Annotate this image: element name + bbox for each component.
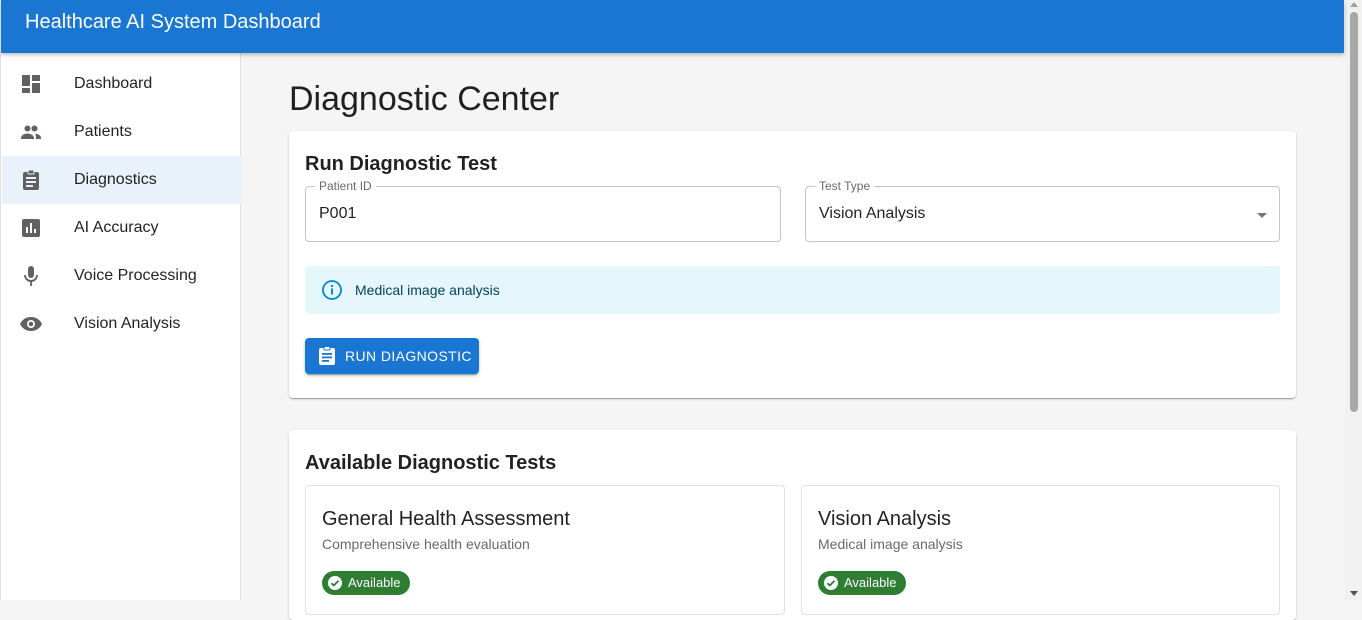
- test-type-label: Test Type: [815, 179, 875, 193]
- test-name: General Health Assessment: [322, 508, 570, 530]
- page-scrollbar[interactable]: [1345, 0, 1362, 600]
- sidebar-item-label: AI Accuracy: [74, 219, 159, 236]
- scroll-down-arrow-icon[interactable]: [1350, 591, 1358, 596]
- patient-id-field[interactable]: Patient ID: [305, 179, 781, 242]
- sidebar-item-dashboard[interactable]: Dashboard: [2, 60, 241, 108]
- clipboard-icon: [19, 168, 43, 192]
- available-tests-card: Available Diagnostic Tests General Healt…: [289, 430, 1296, 620]
- dropdown-arrow-icon[interactable]: [1257, 213, 1267, 218]
- test-name: Vision Analysis: [818, 508, 952, 530]
- sidebar-item-label: Dashboard: [74, 75, 153, 92]
- card-title: Available Diagnostic Tests: [305, 452, 557, 474]
- status-badge-label: Available: [844, 575, 897, 590]
- page-title: Diagnostic Center: [289, 80, 560, 118]
- sidebar-item-ai-accuracy[interactable]: AI Accuracy: [2, 204, 241, 252]
- test-description: Comprehensive health evaluation: [322, 536, 530, 552]
- test-card-vision-analysis[interactable]: Vision Analysis Medical image analysis A…: [801, 485, 1280, 615]
- sidebar-item-label: Patients: [74, 123, 132, 140]
- people-icon: [19, 120, 43, 144]
- test-type-value: Vision Analysis: [819, 205, 926, 222]
- info-alert-text: Medical image analysis: [355, 282, 500, 298]
- app-bar: Healthcare AI System Dashboard: [1, 0, 1344, 53]
- info-icon: [321, 279, 343, 301]
- dashboard-icon: [19, 72, 43, 96]
- scroll-up-arrow-icon[interactable]: [1350, 2, 1358, 7]
- card-title: Run Diagnostic Test: [305, 153, 497, 175]
- info-alert: Medical image analysis: [305, 266, 1280, 314]
- status-badge: Available: [322, 571, 410, 595]
- sidebar-item-label: Diagnostics: [74, 171, 157, 188]
- clipboard-icon: [317, 346, 337, 366]
- test-description: Medical image analysis: [818, 536, 963, 552]
- bar-chart-icon: [19, 216, 43, 240]
- test-type-select[interactable]: Test Type Vision Analysis: [805, 179, 1280, 242]
- sidebar-item-vision-analysis[interactable]: Vision Analysis: [2, 300, 241, 348]
- sidebar-item-diagnostics[interactable]: Diagnostics: [2, 156, 241, 204]
- app-title: Healthcare AI System Dashboard: [25, 11, 321, 33]
- eye-icon: [19, 312, 43, 336]
- sidebar-item-label: Voice Processing: [74, 267, 197, 284]
- sidebar-item-label: Vision Analysis: [74, 315, 181, 332]
- check-circle-icon: [823, 575, 839, 591]
- sidebar-item-voice-processing[interactable]: Voice Processing: [2, 252, 241, 300]
- patient-id-label: Patient ID: [315, 179, 376, 193]
- test-card-general-health[interactable]: General Health Assessment Comprehensive …: [305, 485, 785, 615]
- main-content: Diagnostic Center Run Diagnostic Test Pa…: [241, 53, 1344, 620]
- status-badge-label: Available: [348, 575, 401, 590]
- scroll-thumb[interactable]: [1350, 12, 1358, 412]
- patient-id-input[interactable]: [319, 204, 699, 224]
- sidebar-item-patients[interactable]: Patients: [2, 108, 241, 156]
- status-badge: Available: [818, 571, 906, 595]
- check-circle-icon: [327, 575, 343, 591]
- sidebar: Dashboard Patients Diagnostics AI Accura…: [0, 53, 241, 600]
- run-diagnostic-label: RUN DIAGNOSTIC: [345, 348, 472, 364]
- run-diagnostic-button[interactable]: RUN DIAGNOSTIC: [305, 338, 479, 374]
- microphone-icon: [19, 264, 43, 288]
- run-diagnostic-card: Run Diagnostic Test Patient ID Test Type…: [289, 131, 1296, 398]
